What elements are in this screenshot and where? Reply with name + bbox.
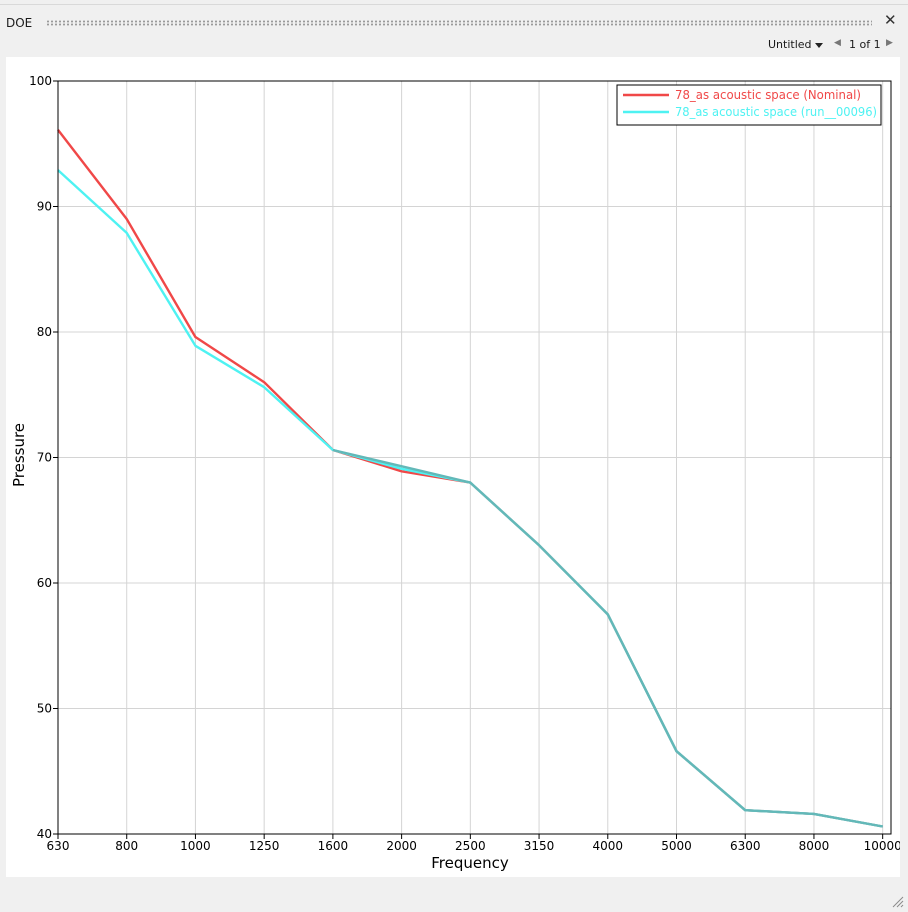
legend-label: 78_as acoustic space (Nominal) — [675, 88, 861, 102]
x-tick-label: 10000 — [864, 839, 900, 853]
page-toolbar: Untitled ◀ 1 of 1 ▶ — [0, 36, 908, 56]
close-icon[interactable]: ✕ — [884, 11, 897, 29]
legend-label: 78_as acoustic space (run__00096) — [675, 105, 877, 119]
x-tick-label: 8000 — [799, 839, 830, 853]
x-tick-label: 5000 — [661, 839, 692, 853]
panel-title: DOE — [6, 16, 33, 30]
chart-panel: 40 50 60 70 80 90 100 630 800 1000 1250 1600 2000 250… — [6, 57, 900, 877]
window-top-border — [0, 4, 908, 5]
y-tick-label: 50 — [37, 702, 52, 716]
x-tick-label: 6300 — [730, 839, 761, 853]
y-tick-label: 70 — [37, 451, 52, 465]
x-tick-label: 630 — [47, 839, 70, 853]
resize-grip-icon[interactable] — [890, 894, 904, 908]
y-tick-label: 100 — [29, 74, 52, 88]
x-axis-label: Frequency — [431, 854, 509, 872]
y-tick-label: 60 — [37, 576, 52, 590]
x-tick-label: 1000 — [180, 839, 211, 853]
y-axis-label: Pressure — [10, 423, 28, 487]
chevron-left-icon[interactable]: ◀ — [834, 38, 841, 48]
x-tick-label: 2500 — [455, 839, 486, 853]
x-tick-label: 2000 — [386, 839, 417, 853]
caret-down-icon — [814, 42, 823, 48]
x-tick-label: 1600 — [318, 839, 349, 853]
page-dropdown-label: Untitled — [768, 38, 812, 51]
y-tick-label: 90 — [37, 200, 52, 214]
x-tick-label: 4000 — [593, 839, 624, 853]
y-tick-label: 80 — [37, 325, 52, 339]
x-tick-label: 800 — [115, 839, 138, 853]
page-indicator: 1 of 1 — [849, 38, 881, 51]
line-chart[interactable]: 405060708090100630 800 1000 1250 1600 2000 250… — [6, 57, 900, 877]
x-tick-label: 3150 — [524, 839, 555, 853]
drag-handle[interactable] — [46, 20, 872, 26]
x-tick-label: 1250 — [249, 839, 280, 853]
page-dropdown[interactable]: Untitled — [768, 38, 823, 51]
chevron-right-icon[interactable]: ▶ — [886, 38, 893, 48]
panel-titlebar: DOE ✕ — [0, 8, 908, 36]
